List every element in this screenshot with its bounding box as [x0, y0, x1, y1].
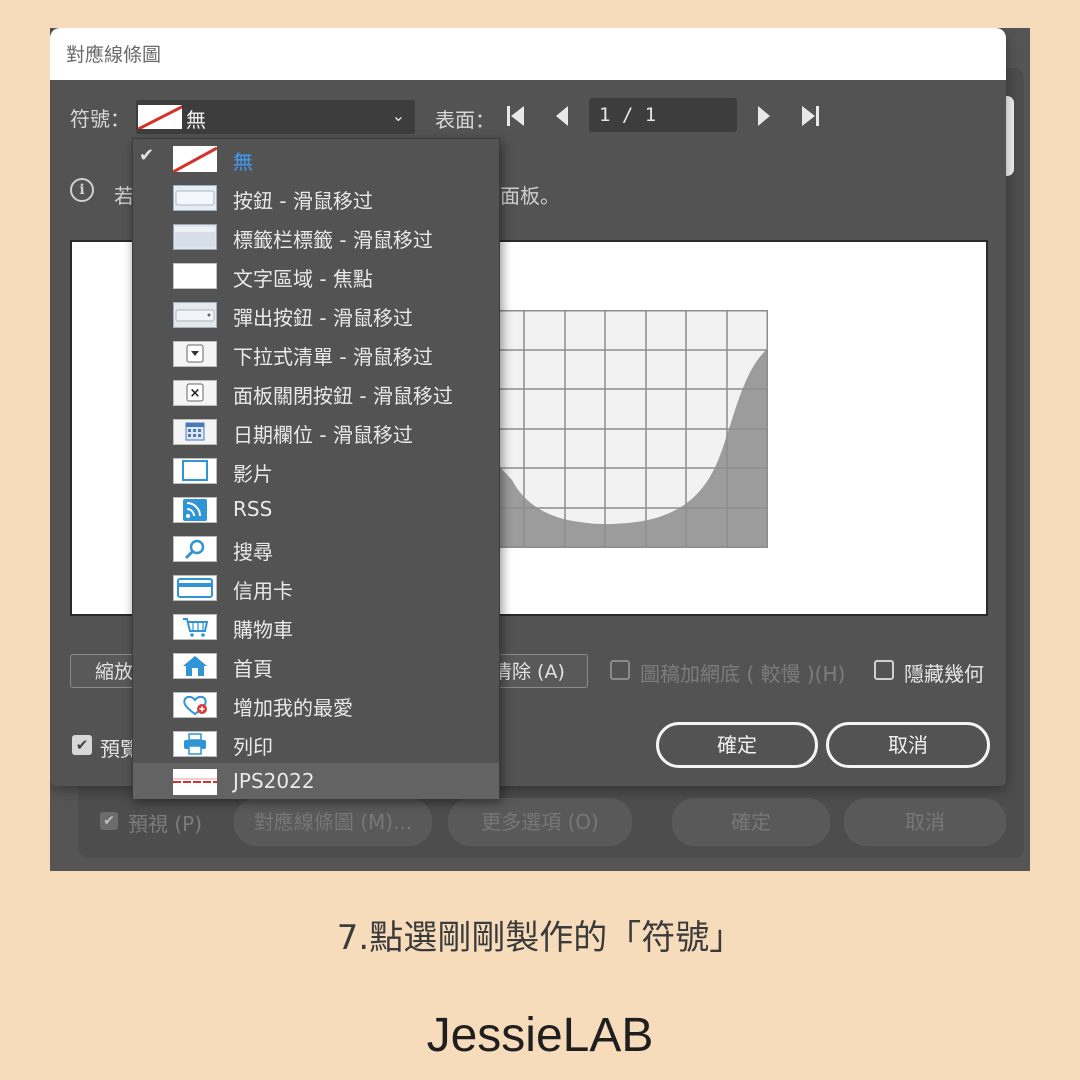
menu-item-popup-button[interactable]: 彈出按鈕 - 滑鼠移过	[133, 295, 499, 334]
menu-item-shopping-cart[interactable]: 購物車	[133, 607, 499, 646]
surface-label: 表面：	[435, 108, 495, 132]
mapped-art-preview	[484, 310, 768, 548]
info-icon: i	[70, 178, 94, 202]
previous-page-icon[interactable]	[554, 104, 570, 134]
button-thumb-icon	[173, 185, 217, 211]
menu-item-tab-rollover[interactable]: 標籤栏標籤 - 滑鼠移过	[133, 217, 499, 256]
menu-item-label: 日期欄位 - 滑鼠移过	[233, 423, 413, 447]
brand-logo-text: JessieLAB	[426, 1009, 654, 1062]
svg-text:×: ×	[190, 386, 201, 401]
textarea-thumb-icon	[173, 263, 217, 289]
hide-geometry-checkbox[interactable]	[874, 660, 894, 680]
menu-item-label: 下拉式清單 - 滑鼠移过	[233, 345, 433, 369]
custom-symbol-thumb-icon	[173, 769, 217, 795]
dropdown-thumb-icon	[173, 341, 217, 367]
background-preview-checkbox: ✔	[100, 812, 118, 830]
cancel-button[interactable]: 取消	[826, 722, 990, 768]
rss-thumb-icon	[173, 497, 217, 523]
popup-button-thumb-icon	[173, 302, 217, 328]
menu-item-label: 購物車	[233, 618, 293, 642]
menu-item-dropdown-list[interactable]: 下拉式清單 - 滑鼠移过	[133, 334, 499, 373]
home-thumb-icon	[173, 653, 217, 679]
hide-geometry-label: 隱藏幾何	[904, 662, 984, 686]
menu-item-search[interactable]: 搜尋	[133, 529, 499, 568]
chevron-down-icon: ⌄	[391, 106, 405, 125]
menu-item-none[interactable]: ✔ 無	[133, 139, 499, 178]
background-dialog-footer: ✔ 預視 (P) 對應線條圖 (M)... 更多選項 (O) 確定 取消	[50, 788, 1030, 871]
background-map-art-button: 對應線條圖 (M)...	[234, 798, 432, 846]
menu-item-label: 影片	[233, 462, 273, 486]
menu-item-credit-card[interactable]: 信用卡	[133, 568, 499, 607]
cart-thumb-icon	[173, 614, 217, 640]
next-page-icon[interactable]	[756, 104, 772, 134]
menu-item-label: 標籤栏標籤 - 滑鼠移过	[233, 228, 433, 252]
background-ok-button: 確定	[672, 798, 830, 846]
step-caption: 7.點選剛剛製作的「符號」	[336, 918, 744, 958]
menu-item-video[interactable]: 影片	[133, 451, 499, 490]
draft-checkbox-label: 圖稿加網底 ( 較慢 )(H)	[640, 662, 846, 686]
background-cancel-button: 取消	[844, 798, 1006, 846]
info-text-start: 若	[114, 184, 134, 208]
tab-thumb-icon	[173, 224, 217, 250]
menu-item-textarea-focus[interactable]: 文字區域 - 焦點	[133, 256, 499, 295]
menu-item-add-favorite[interactable]: 增加我的最愛	[133, 685, 499, 724]
menu-item-label: 無	[233, 150, 253, 174]
print-thumb-icon	[173, 731, 217, 757]
symbol-select[interactable]: 無 ⌄	[136, 100, 415, 134]
preview-checkbox[interactable]: ✔	[72, 735, 92, 755]
menu-item-label: 彈出按鈕 - 滑鼠移过	[233, 306, 413, 330]
background-preview-label: 預視 (P)	[128, 812, 203, 836]
credit-card-thumb-icon	[173, 575, 217, 601]
menu-item-label: 搜尋	[233, 540, 273, 564]
menu-item-label: 首頁	[233, 657, 273, 681]
first-page-icon[interactable]	[506, 104, 526, 134]
last-page-icon[interactable]	[800, 104, 820, 134]
menu-item-date-field[interactable]: 日期欄位 - 滑鼠移过	[133, 412, 499, 451]
symbol-dropdown-menu: ✔ 無 按鈕 - 滑鼠移过 標籤栏標籤 - 滑鼠移过 文字區域 - 焦點 彈出按…	[132, 138, 500, 799]
draft-checkbox[interactable]	[610, 660, 630, 680]
video-thumb-icon	[173, 458, 217, 484]
checkmark-icon: ✔	[139, 145, 155, 166]
ok-button[interactable]: 確定	[656, 722, 818, 768]
menu-item-label: JPS2022	[233, 769, 315, 793]
favorite-add-thumb-icon	[173, 692, 217, 718]
menu-item-label: 增加我的最愛	[233, 696, 353, 720]
calendar-thumb-icon	[173, 419, 217, 445]
menu-item-home[interactable]: 首頁	[133, 646, 499, 685]
search-thumb-icon	[173, 536, 217, 562]
page-field[interactable]: 1 / 1	[589, 98, 737, 132]
dialog-titlebar[interactable]: 對應線條圖	[50, 28, 1006, 80]
menu-item-jps2022[interactable]: JPS2022	[133, 763, 499, 799]
menu-item-label: 信用卡	[233, 579, 293, 603]
dialog-title: 對應線條圖	[66, 44, 162, 66]
symbol-label: 符號：	[70, 107, 130, 131]
menu-item-label: 按鈕 - 滑鼠移过	[233, 189, 373, 213]
symbol-select-value: 無	[186, 108, 206, 132]
close-thumb-icon: ×	[173, 380, 217, 406]
none-swatch-icon	[138, 105, 182, 129]
menu-item-label: 文字區域 - 焦點	[233, 267, 373, 291]
none-swatch-icon	[173, 146, 217, 172]
menu-item-print[interactable]: 列印	[133, 724, 499, 763]
menu-item-label: 面板關閉按鈕 - 滑鼠移过	[233, 384, 453, 408]
menu-item-label: RSS	[233, 497, 273, 521]
screenshot: ✔ 預視 (P) 對應線條圖 (M)... 更多選項 (O) 確定 取消 對應線…	[50, 28, 1030, 871]
menu-item-label: 列印	[233, 735, 273, 759]
info-text-end: 面板。	[500, 184, 560, 208]
menu-item-button-rollover[interactable]: 按鈕 - 滑鼠移过	[133, 178, 499, 217]
background-more-options-button: 更多選項 (O)	[448, 798, 632, 846]
menu-item-rss[interactable]: RSS	[133, 490, 499, 529]
menu-item-panel-close[interactable]: × 面板關閉按鈕 - 滑鼠移过	[133, 373, 499, 412]
